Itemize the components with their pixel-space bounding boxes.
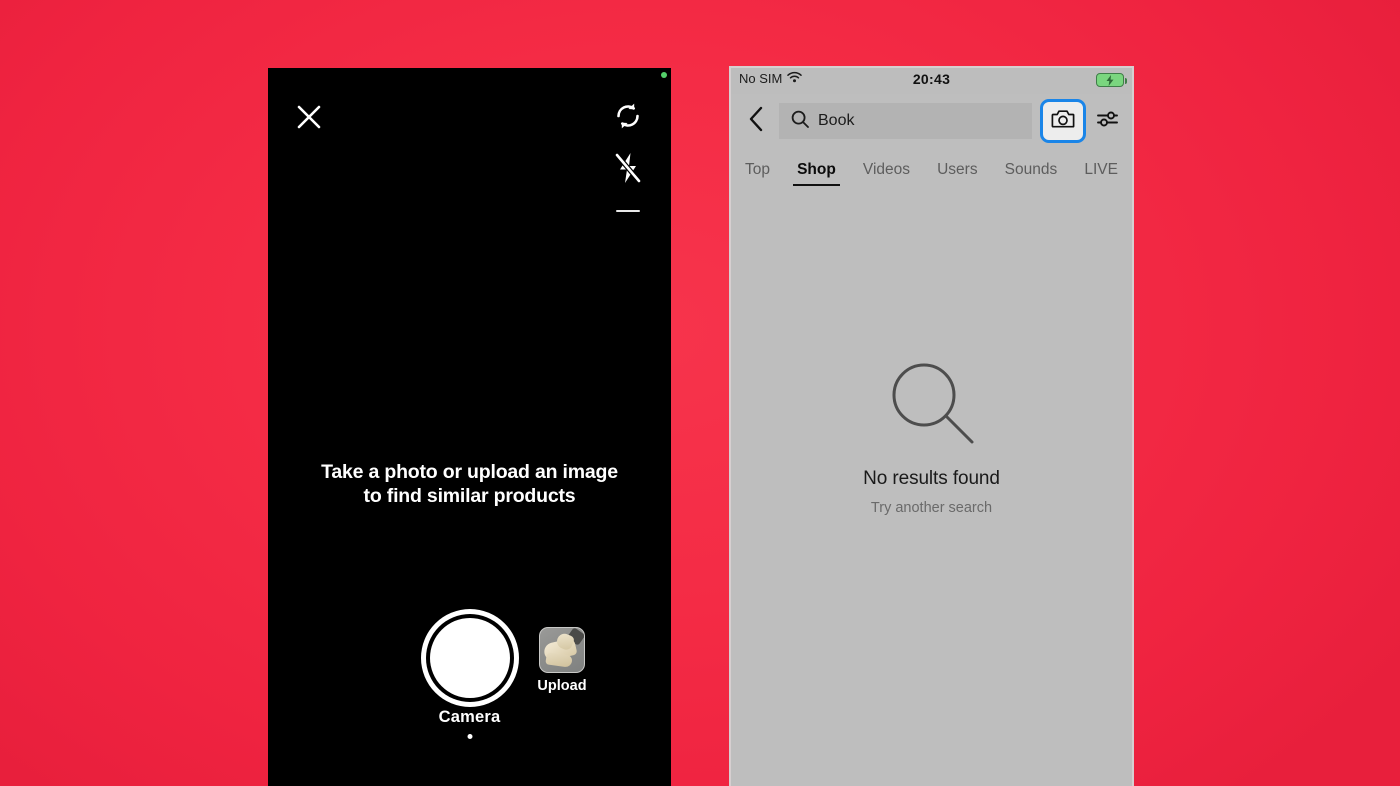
status-bar: No SIM 20:43 (731, 68, 1132, 94)
flash-toggle-button[interactable] (603, 144, 653, 196)
magnifier-icon (886, 358, 978, 450)
flash-off-icon (612, 151, 644, 190)
controls-divider (616, 210, 640, 212)
camera-controls-stack (603, 92, 653, 212)
upload-label: Upload (537, 678, 587, 694)
shutter-button[interactable] (429, 618, 510, 698)
empty-state-title: No results found (863, 468, 1000, 489)
camera-hint-line-2: to find similar products (363, 485, 576, 507)
close-x-icon (296, 104, 322, 135)
tab-sounds[interactable]: Sounds (1003, 161, 1060, 186)
camera-icon (1051, 108, 1075, 134)
chevron-left-icon (748, 106, 765, 137)
flip-camera-button[interactable] (603, 92, 653, 144)
camera-hint-text: Take a photo or upload an image to find … (268, 460, 671, 508)
status-bar-time: 20:43 (912, 71, 951, 87)
camera-capture-screen: Take a photo or upload an image to find … (268, 68, 671, 786)
tab-live[interactable]: LIVE (1082, 161, 1120, 186)
back-button[interactable] (741, 103, 771, 139)
search-query-text: Book (818, 112, 855, 129)
camera-bottom-bar: Camera Upload (268, 618, 671, 786)
empty-state: No results found Try another search (731, 358, 1132, 516)
camera-mode-label: Camera (438, 708, 501, 726)
filter-sliders-icon (1097, 109, 1121, 134)
camera-search-button[interactable] (1040, 99, 1086, 143)
search-icon (791, 110, 809, 133)
upload-button[interactable]: Upload (520, 627, 604, 694)
tab-top[interactable]: Top (743, 161, 772, 186)
search-bar-row: Book (731, 94, 1132, 148)
mode-indicator-dot (467, 734, 472, 739)
camera-hint-line-1: Take a photo or upload an image (321, 461, 618, 483)
close-button[interactable] (288, 98, 330, 140)
search-results-screen: No SIM 20:43 Book Top Shop Videos Users … (729, 66, 1134, 786)
tab-videos[interactable]: Videos (861, 161, 912, 186)
empty-state-subtitle: Try another search (870, 500, 993, 516)
camera-in-use-dot (661, 72, 667, 78)
battery-charging-icon (1096, 73, 1127, 87)
tab-users[interactable]: Users (935, 161, 979, 186)
search-tabs: Top Shop Videos Users Sounds LIVE (731, 148, 1132, 186)
tab-shop[interactable]: Shop (793, 161, 840, 186)
filter-button[interactable] (1094, 101, 1124, 141)
upload-thumbnail (539, 627, 585, 673)
flip-camera-icon (612, 100, 644, 137)
search-input[interactable]: Book (779, 103, 1032, 139)
